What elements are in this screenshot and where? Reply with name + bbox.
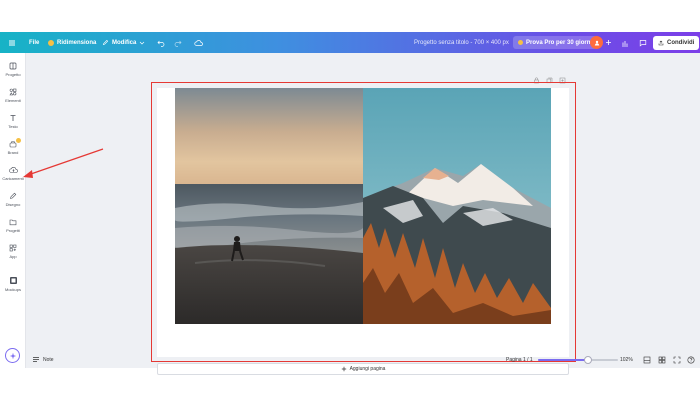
sidebar-item-label: Disegno bbox=[5, 202, 21, 207]
share-pill: Condividi bbox=[653, 35, 700, 50]
edit-menu[interactable]: Modifica bbox=[102, 32, 145, 53]
apps-icon bbox=[9, 244, 17, 252]
crown-badge bbox=[16, 138, 21, 143]
sidebar-item-brand[interactable]: Brand bbox=[0, 138, 26, 155]
zoom-fill bbox=[538, 358, 588, 361]
sidebar-item-disegno[interactable]: Disegno bbox=[0, 192, 26, 207]
file-menu[interactable]: File bbox=[29, 32, 39, 53]
edit-label: Modifica bbox=[112, 39, 137, 46]
sidebar: Progetto Elementi Testo Brand Caricament… bbox=[0, 53, 26, 368]
crown-icon bbox=[48, 39, 54, 46]
fullscreen-button[interactable] bbox=[673, 351, 681, 368]
resize-button[interactable]: Ridimensiona bbox=[48, 32, 96, 53]
sidebar-item-mockups[interactable]: Mockups bbox=[0, 276, 26, 292]
text-icon bbox=[10, 115, 16, 121]
sidebar-item-app[interactable]: App bbox=[0, 244, 26, 259]
sidebar-item-label: Progetto bbox=[5, 72, 21, 77]
help-icon bbox=[687, 355, 695, 364]
pencil-icon bbox=[102, 39, 109, 46]
cloud-check-icon bbox=[194, 39, 203, 46]
page-grid-button[interactable] bbox=[643, 351, 651, 368]
comment-icon bbox=[639, 39, 647, 46]
grid-button[interactable] bbox=[658, 351, 666, 368]
sidebar-item-progetto[interactable]: Progetto bbox=[0, 62, 26, 77]
sidebar-item-label: Caricamenti bbox=[2, 176, 24, 181]
comments-button[interactable] bbox=[639, 32, 647, 53]
shapes-icon bbox=[9, 88, 17, 96]
share-icon bbox=[658, 40, 664, 45]
user-icon bbox=[594, 40, 599, 45]
crown-icon bbox=[518, 40, 523, 45]
grid-view-icon bbox=[643, 356, 651, 363]
grid-icon bbox=[658, 356, 666, 363]
pen-icon bbox=[10, 192, 17, 199]
selection-outline bbox=[151, 82, 576, 362]
add-collaborator-button[interactable] bbox=[605, 32, 612, 53]
resize-label: Ridimensiona bbox=[57, 39, 97, 46]
expand-icon bbox=[673, 356, 681, 363]
file-menu-label: File bbox=[29, 39, 40, 46]
sparkle-icon bbox=[9, 352, 16, 359]
sidebar-item-caricamenti[interactable]: Caricamenti bbox=[0, 166, 26, 181]
share-button[interactable]: Condividi bbox=[653, 32, 700, 53]
page-indicator[interactable]: Pagina 1 / 1 bbox=[506, 351, 533, 368]
pro-trial-button[interactable]: Prova Pro per 30 giorni bbox=[513, 32, 598, 53]
insights-button[interactable] bbox=[621, 32, 629, 53]
notes-button[interactable]: Note bbox=[32, 351, 54, 368]
zoom-thumb[interactable] bbox=[583, 355, 592, 364]
editor-app: File Ridimensiona Modifica Progetto senz… bbox=[0, 32, 700, 375]
help-button[interactable] bbox=[687, 351, 695, 368]
cloud-upload-icon bbox=[8, 167, 18, 173]
project-title[interactable]: Progetto senza titolo - 700 × 400 px bbox=[414, 32, 509, 53]
magic-assistant-button[interactable] bbox=[5, 348, 20, 363]
zoom-slider[interactable] bbox=[538, 351, 618, 368]
plus-icon bbox=[606, 40, 611, 45]
redo-icon bbox=[174, 40, 182, 47]
zoom-value[interactable]: 102% bbox=[620, 351, 633, 368]
undo-icon bbox=[157, 40, 165, 47]
bar-chart-icon bbox=[622, 40, 628, 46]
notes-label: Note bbox=[43, 356, 54, 363]
sidebar-item-progetti[interactable]: Progetti bbox=[0, 218, 26, 233]
pro-trial-pill: Prova Pro per 30 giorni bbox=[513, 36, 598, 49]
sidebar-item-label: Brand bbox=[7, 150, 19, 155]
layout-icon bbox=[9, 62, 17, 70]
zoom-track[interactable] bbox=[538, 355, 618, 364]
top-bar: File Ridimensiona Modifica Progetto senz… bbox=[0, 32, 700, 53]
menu-button[interactable] bbox=[8, 32, 16, 53]
chevron-down-icon bbox=[140, 41, 145, 44]
project-title-text: Progetto senza titolo - 700 × 400 px bbox=[414, 39, 509, 46]
sidebar-item-label: Elementi bbox=[5, 98, 21, 103]
notes-icon bbox=[33, 357, 39, 362]
sidebar-item-label: Testo bbox=[8, 124, 18, 129]
avatar-circle bbox=[590, 36, 603, 49]
page-indicator-text: Pagina 1 / 1 bbox=[506, 356, 533, 363]
pro-trial-label: Prova Pro per 30 giorni bbox=[526, 39, 593, 46]
sidebar-item-testo[interactable]: Testo bbox=[0, 114, 26, 129]
sidebar-item-elementi[interactable]: Elementi bbox=[0, 88, 26, 103]
sidebar-item-label: Mockups bbox=[4, 287, 21, 292]
share-label: Condividi bbox=[667, 39, 695, 46]
zoom-value-text: 102% bbox=[620, 356, 633, 363]
cloud-save-button[interactable] bbox=[194, 32, 203, 53]
mockup-icon bbox=[9, 277, 17, 284]
hamburger-icon bbox=[9, 40, 15, 45]
bottom-bar: Note Pagina 1 / 1 102% bbox=[26, 351, 700, 368]
folder-icon bbox=[9, 219, 17, 226]
redo-button[interactable] bbox=[174, 32, 182, 53]
avatar[interactable] bbox=[590, 32, 603, 53]
undo-button[interactable] bbox=[157, 32, 165, 53]
sidebar-item-label: Progetti bbox=[6, 228, 20, 233]
sidebar-item-label: App bbox=[9, 254, 17, 259]
